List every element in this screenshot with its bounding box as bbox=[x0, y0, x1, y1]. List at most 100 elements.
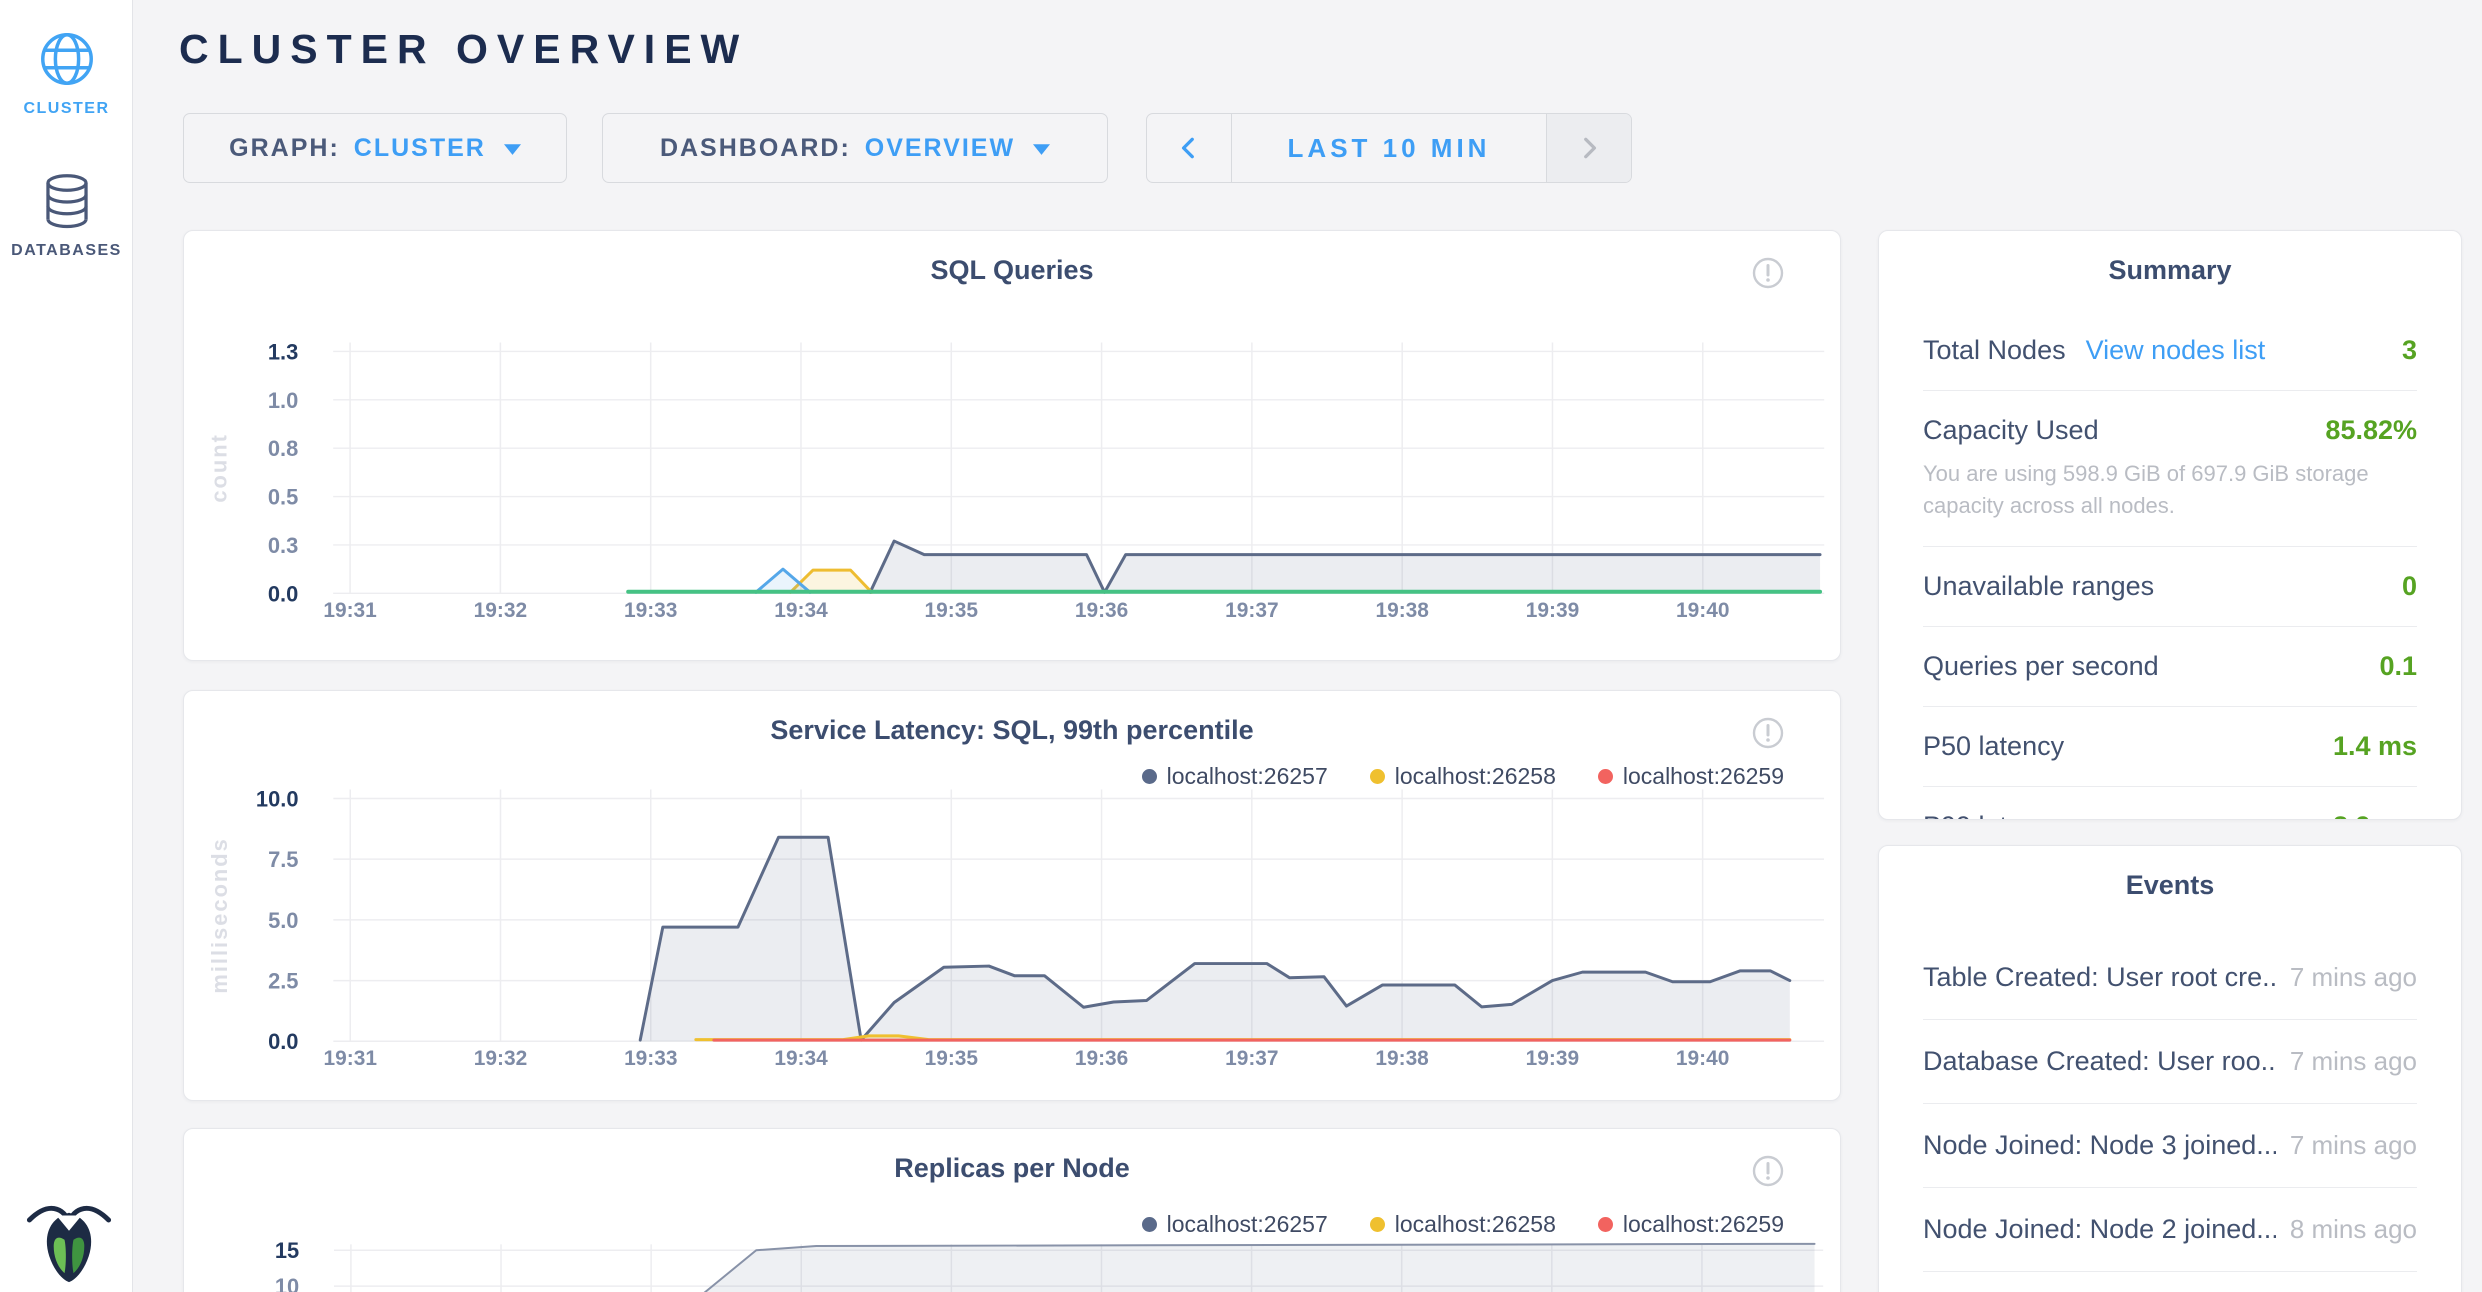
page-title: CLUSTER OVERVIEW bbox=[179, 26, 748, 73]
capacity-note: You are using 598.9 GiB of 697.9 GiB sto… bbox=[1923, 458, 2417, 522]
graph-dropdown-value: CLUSTER bbox=[354, 134, 486, 163]
svg-text:19:37: 19:37 bbox=[1225, 1047, 1278, 1070]
dashboard-dropdown[interactable]: DASHBOARD: OVERVIEW bbox=[602, 113, 1108, 183]
sql-queries-chart-canvas: 19:31 19:32 19:33 19:34 19:35 19:36 19:37 19:38… bbox=[184, 231, 1840, 660]
replicas-per-node-chart-canvas: 19:3119:3219:3319:3419:3519:3619:3719:38… bbox=[184, 1129, 1840, 1292]
summary-row-unavailable-ranges: Unavailable ranges 0 bbox=[1923, 547, 2417, 627]
svg-text:0.5: 0.5 bbox=[268, 485, 298, 510]
replicas-per-node-chart-card: Replicas per Node localhost:26257localho… bbox=[183, 1128, 1841, 1292]
total-nodes-value: 3 bbox=[2402, 335, 2417, 366]
svg-text:10: 10 bbox=[275, 1274, 299, 1292]
p99-latency-value: 8.9 ms bbox=[2333, 811, 2417, 820]
p99-latency-label: P99 latency bbox=[1923, 811, 2064, 820]
summary-row-total-nodes: Total Nodes View nodes list 3 bbox=[1923, 311, 2417, 391]
event-row: Node Joined: Node 3 joined... 7 mins ago bbox=[1923, 1104, 2417, 1188]
graph-dropdown-label: GRAPH: bbox=[229, 134, 340, 163]
event-text: Database Created: User roo... bbox=[1923, 1046, 2276, 1077]
svg-text:0.0: 0.0 bbox=[268, 1029, 298, 1054]
svg-text:1.0: 1.0 bbox=[268, 388, 298, 413]
svg-text:19:34: 19:34 bbox=[774, 1047, 828, 1070]
cockroachdb-logo-icon bbox=[24, 1192, 114, 1284]
svg-text:19:32: 19:32 bbox=[474, 599, 527, 622]
time-range-prev-button[interactable] bbox=[1147, 114, 1232, 182]
svg-text:0.8: 0.8 bbox=[268, 436, 298, 461]
sidebar: CLUSTER DATABASES bbox=[0, 0, 133, 1292]
svg-text:milliseconds: milliseconds bbox=[207, 837, 232, 993]
svg-text:0.3: 0.3 bbox=[268, 533, 298, 558]
svg-text:19:31: 19:31 bbox=[324, 1047, 378, 1070]
svg-text:19:35: 19:35 bbox=[925, 599, 979, 622]
graph-dropdown[interactable]: GRAPH: CLUSTER bbox=[183, 113, 567, 183]
svg-text:19:31: 19:31 bbox=[323, 599, 377, 622]
view-nodes-list-link[interactable]: View nodes list bbox=[2086, 335, 2266, 366]
summary-row-p50: P50 latency 1.4 ms bbox=[1923, 707, 2417, 787]
summary-title: Summary bbox=[1879, 255, 2461, 286]
svg-text:19:40: 19:40 bbox=[1676, 599, 1729, 622]
svg-text:7.5: 7.5 bbox=[268, 847, 298, 872]
summary-panel: Summary Total Nodes View nodes list 3 Ca… bbox=[1878, 230, 2462, 820]
p50-latency-value: 1.4 ms bbox=[2333, 731, 2417, 762]
chevron-right-icon bbox=[1576, 135, 1602, 161]
events-panel: Events Table Created: User root cre... 7… bbox=[1878, 845, 2462, 1292]
dashboard-dropdown-value: OVERVIEW bbox=[865, 134, 1015, 163]
summary-row-qps: Queries per second 0.1 bbox=[1923, 627, 2417, 707]
sidebar-item-label: CLUSTER bbox=[23, 100, 109, 117]
globe-icon bbox=[36, 28, 98, 90]
sidebar-item-databases[interactable]: DATABASES bbox=[0, 172, 133, 260]
events-list: Table Created: User root cre... 7 mins a… bbox=[1923, 936, 2417, 1292]
summary-body: Total Nodes View nodes list 3 Capacity U… bbox=[1923, 311, 2417, 820]
svg-text:19:40: 19:40 bbox=[1676, 1047, 1729, 1070]
svg-text:19:36: 19:36 bbox=[1075, 599, 1128, 622]
events-title: Events bbox=[1879, 870, 2461, 901]
sidebar-item-label: DATABASES bbox=[11, 242, 122, 259]
svg-text:19:39: 19:39 bbox=[1526, 1047, 1579, 1070]
svg-text:19:34: 19:34 bbox=[774, 599, 828, 622]
event-text: Node Joined: Node 3 joined... bbox=[1923, 1130, 2276, 1161]
qps-value: 0.1 bbox=[2379, 651, 2417, 682]
p50-latency-label: P50 latency bbox=[1923, 731, 2064, 762]
event-time: 7 mins ago bbox=[2290, 1046, 2417, 1077]
event-text: Table Created: User root cre... bbox=[1923, 962, 2276, 993]
svg-text:19:36: 19:36 bbox=[1075, 1047, 1128, 1070]
svg-text:15: 15 bbox=[275, 1238, 299, 1263]
unavailable-ranges-value: 0 bbox=[2402, 571, 2417, 602]
event-row: Table Created: User root cre... 7 mins a… bbox=[1923, 936, 2417, 1020]
svg-text:19:39: 19:39 bbox=[1526, 599, 1579, 622]
database-icon bbox=[38, 172, 96, 232]
capacity-used-value: 85.82% bbox=[2325, 415, 2417, 446]
time-range-label[interactable]: LAST 10 MIN bbox=[1232, 114, 1546, 182]
svg-text:19:32: 19:32 bbox=[474, 1047, 527, 1070]
time-range-next-button[interactable] bbox=[1546, 114, 1631, 182]
svg-text:19:38: 19:38 bbox=[1375, 599, 1428, 622]
svg-text:10.0: 10.0 bbox=[256, 786, 299, 811]
svg-text:19:35: 19:35 bbox=[925, 1047, 979, 1070]
event-row: Node Joined: Node 2 joined... 8 mins ago bbox=[1923, 1188, 2417, 1272]
service-latency-chart-canvas: 19:31 19:32 19:33 19:34 19:35 19:36 19:37 19:38… bbox=[184, 691, 1840, 1100]
svg-text:count: count bbox=[207, 433, 232, 503]
event-time: 7 mins ago bbox=[2290, 962, 2417, 993]
cluster-overview-page: CLUSTER DATABASES CL bbox=[0, 0, 2482, 1292]
svg-text:19:33: 19:33 bbox=[624, 1047, 677, 1070]
svg-text:19:38: 19:38 bbox=[1375, 1047, 1428, 1070]
svg-text:0.0: 0.0 bbox=[268, 581, 298, 606]
chevron-down-icon bbox=[504, 144, 521, 155]
qps-label: Queries per second bbox=[1923, 651, 2159, 682]
svg-text:1.3: 1.3 bbox=[268, 339, 298, 364]
svg-text:19:33: 19:33 bbox=[624, 599, 677, 622]
service-latency-chart-card: Service Latency: SQL, 99th percentile lo… bbox=[183, 690, 1841, 1101]
time-range-selector: LAST 10 MIN bbox=[1146, 113, 1632, 183]
unavailable-ranges-label: Unavailable ranges bbox=[1923, 571, 2154, 602]
chevron-left-icon bbox=[1176, 135, 1202, 161]
event-time: 8 mins ago bbox=[2290, 1214, 2417, 1245]
sidebar-item-cluster[interactable]: CLUSTER bbox=[0, 28, 133, 118]
event-row: Database Created: User roo... 7 mins ago bbox=[1923, 1020, 2417, 1104]
event-row: Node Joined: Node 1 joined... 8 mins ago bbox=[1923, 1272, 2417, 1292]
total-nodes-label: Total Nodes bbox=[1923, 335, 2066, 366]
svg-text:5.0: 5.0 bbox=[268, 908, 298, 933]
svg-text:2.5: 2.5 bbox=[268, 969, 298, 994]
event-time: 7 mins ago bbox=[2290, 1130, 2417, 1161]
svg-text:19:37: 19:37 bbox=[1225, 599, 1278, 622]
event-text: Node Joined: Node 2 joined... bbox=[1923, 1214, 2276, 1245]
dashboard-dropdown-label: DASHBOARD: bbox=[660, 134, 851, 163]
sql-queries-chart-card: SQL Queries 19:3119:3219:3319:3419:3519:… bbox=[183, 230, 1841, 661]
